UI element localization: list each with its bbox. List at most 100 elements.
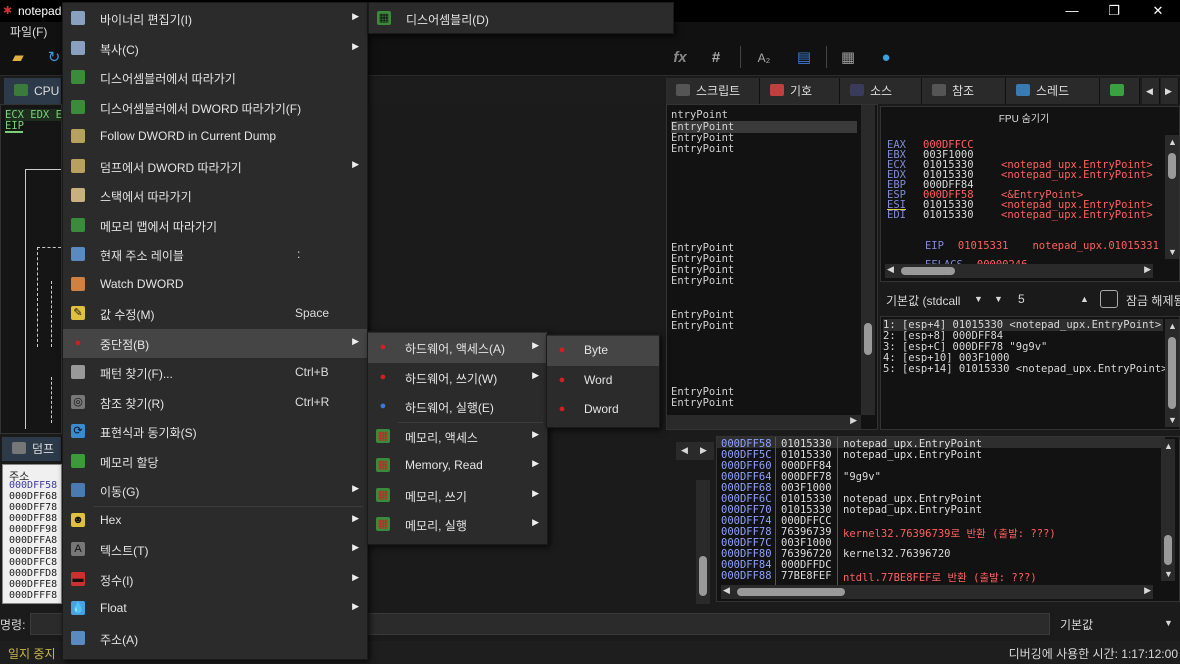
hash-icon[interactable]: # — [706, 48, 726, 68]
chevron-down-icon[interactable]: ▼ — [994, 294, 1003, 304]
menu-item-follow-dword-disasm[interactable]: 디스어셈블러에서 DWORD 따라가기(F) — [63, 93, 367, 123]
menu-item-label[interactable]: 현재 주소 레이블: — [63, 240, 367, 270]
globe-icon[interactable]: ● — [876, 48, 896, 68]
tab-references[interactable]: 참조 — [922, 78, 1006, 104]
scroll-right-arrow[interactable]: ▶ — [850, 415, 857, 426]
scroll-left-arrow[interactable]: ◀ — [887, 264, 894, 275]
tab-symbols[interactable]: 기호 — [760, 78, 840, 104]
tab-threads[interactable]: 스레드 — [1006, 78, 1100, 104]
tab-source[interactable]: 소스 — [840, 78, 922, 104]
menu-item-follow-dword-dump[interactable]: Follow DWORD in Current Dump — [63, 122, 367, 152]
scrollbar-thumb[interactable] — [737, 588, 845, 596]
command-mode-select[interactable]: 기본값 — [1060, 616, 1093, 633]
lock-checkbox[interactable] — [1100, 290, 1118, 308]
fpu-toggle-button[interactable]: FPU 숨기기 — [881, 107, 1167, 133]
scrollbar-thumb[interactable] — [864, 323, 872, 355]
tab-cpu[interactable]: CPU — [4, 78, 62, 104]
tab-more[interactable] — [1100, 78, 1140, 104]
tab-scroll-right[interactable]: ▶ — [1161, 78, 1179, 104]
calculator-icon[interactable]: ▦ — [838, 48, 858, 68]
dump-row-address[interactable]: 000DFFB8 — [9, 546, 57, 557]
tab-scroll-left[interactable]: ◀ — [1142, 78, 1160, 104]
dump-row-address[interactable]: 000DFF58 — [9, 480, 57, 491]
menu-item-memory-map[interactable]: 메모리 맵에서 따라가기 — [63, 211, 367, 241]
callconv-select[interactable]: 기본값 (stdcall — [886, 292, 960, 309]
argument-row[interactable]: 5: [esp+14] 01015330 <notepad_upx.EntryP… — [883, 363, 1167, 375]
dump-row-address[interactable]: 000DFFA8 — [9, 535, 57, 546]
disasm-scrollbar[interactable] — [861, 105, 875, 415]
stack-hscrollbar[interactable]: ◀ ▶ — [721, 585, 1153, 599]
maximize-button[interactable]: ❐ — [1094, 1, 1134, 21]
menu-item-bp-1[interactable]: ● 하드웨어, 액세스(A) ▶ — [368, 333, 547, 363]
stack-value[interactable]: 77BE8FEF — [781, 570, 832, 582]
menu-item-breakpoint[interactable]: ● 중단점(B) ▶ — [63, 328, 367, 358]
script-file-icon[interactable]: ▤ — [794, 48, 814, 68]
disasm-line[interactable]: EntryPoint — [671, 275, 857, 287]
menu-item-edit-pencil[interactable]: ✎ 값 수정(M) Space — [63, 299, 367, 329]
menu-item-bp-7[interactable]: ▦ 메모리, 실행 ▶ — [368, 510, 547, 540]
folder-icon[interactable]: ▰ — [8, 48, 28, 68]
dump-row-address[interactable]: 000DFF78 — [9, 502, 57, 513]
scroll-up-arrow[interactable]: ▲ — [1168, 137, 1177, 147]
disasm-line[interactable]: EntryPoint — [671, 397, 857, 409]
menu-item-hex[interactable]: ☻ Hex ▶ — [63, 506, 367, 536]
args-scrollbar[interactable]: ▲ ▼ — [1165, 319, 1179, 427]
menu-item-size-byte[interactable]: ● Byte — [547, 336, 659, 366]
arg-count-spinner[interactable]: 5 — [1018, 292, 1025, 306]
stack-address[interactable]: 000DFF88 — [721, 570, 772, 582]
function-icon[interactable]: fx — [670, 48, 690, 68]
menu-item-dump-dword[interactable]: 덤프에서 DWORD 따라가기 ▶ — [63, 152, 367, 182]
register-hscrollbar[interactable]: ◀ ▶ — [885, 264, 1153, 278]
scrollbar-thumb[interactable] — [1168, 153, 1176, 179]
stack-scrollbar[interactable]: ▲ ▼ — [1161, 439, 1175, 581]
scroll-right-arrow[interactable]: ▶ — [1144, 264, 1151, 275]
menu-item-binary-editor[interactable]: 바이너리 편집기(I) ▶ — [63, 4, 367, 34]
menu-item-address[interactable]: 주소(A) — [63, 624, 367, 654]
register-row[interactable]: EDI 01015330 <notepad_upx.EntryPoint> — [887, 209, 1153, 221]
menu-item-allocate[interactable]: 메모리 할당 — [63, 447, 367, 477]
menu-item-disassembly[interactable]: ▦ 디스어셈블리(D) — [369, 4, 673, 34]
dump-row-address[interactable]: 000DFFE8 — [9, 579, 57, 590]
menu-item-float[interactable]: 💧 Float ▶ — [63, 594, 367, 624]
menu-item-goto[interactable]: 이동(G) ▶ — [63, 476, 367, 506]
menu-item-size-word[interactable]: ● Word — [547, 366, 659, 396]
scrollbar-thumb[interactable] — [1168, 337, 1176, 409]
scroll-right-arrow[interactable]: ▶ — [700, 445, 707, 456]
dump-row-address[interactable]: 000DFF88 — [9, 513, 57, 524]
menu-item-binoculars[interactable]: ◎ 참조 찾기(R) Ctrl+R — [63, 388, 367, 418]
dump-row-address[interactable]: 000DFF98 — [9, 524, 57, 535]
dump-row-address[interactable]: 000DFFF8 — [9, 590, 57, 601]
minimize-button[interactable]: — — [1052, 1, 1092, 21]
scroll-left-arrow[interactable]: ◀ — [723, 585, 730, 596]
scroll-down-arrow[interactable]: ▼ — [1164, 569, 1173, 579]
menu-item-stack[interactable]: 스택에서 따라가기 — [63, 181, 367, 211]
dump-row-address[interactable]: 000DFFD8 — [9, 568, 57, 579]
scroll-down-arrow[interactable]: ▼ — [1168, 247, 1177, 257]
menu-file[interactable]: 파일(F) — [10, 23, 47, 40]
dump-scrollbar[interactable] — [696, 480, 710, 604]
menu-item-bp-6[interactable]: ▦ 메모리, 쓰기 ▶ — [368, 481, 547, 511]
tab-dump[interactable]: 덤프 — [2, 437, 62, 461]
disasm-line[interactable]: EntryPoint — [671, 320, 857, 332]
chevron-down-icon[interactable]: ▼ — [1164, 618, 1173, 628]
menu-item-bp-4[interactable]: ▦ 메모리, 액세스 ▶ — [368, 422, 547, 452]
dump-row-address[interactable]: 000DFF68 — [9, 491, 57, 502]
menu-item-copy[interactable]: 복사(C) ▶ — [63, 34, 367, 64]
refresh-icon[interactable]: ↻ — [44, 48, 64, 68]
menu-item-bp-2[interactable]: ● 하드웨어, 쓰기(W) ▶ — [368, 363, 547, 393]
scroll-up-arrow[interactable]: ▲ — [1164, 441, 1173, 451]
menu-item-watch[interactable]: Watch DWORD — [63, 270, 367, 300]
scrollbar-thumb[interactable] — [699, 556, 707, 596]
font-size-icon[interactable]: A₂ — [754, 48, 774, 68]
tab-script[interactable]: 스크립트 — [666, 78, 760, 104]
dump-row-address[interactable]: 000DFFC8 — [9, 557, 57, 568]
scroll-down-arrow[interactable]: ▼ — [1168, 415, 1177, 425]
menu-item-size-dword[interactable]: ● Dword — [547, 395, 659, 425]
chevron-down-icon[interactable]: ▼ — [974, 294, 983, 304]
scrollbar-thumb[interactable] — [901, 267, 955, 275]
scroll-left-arrow[interactable]: ◀ — [681, 445, 688, 456]
menu-item-find-pattern[interactable]: 패턴 찾기(F)... Ctrl+B — [63, 358, 367, 388]
menu-item-bp-5[interactable]: ▦ Memory, Read ▶ — [368, 451, 547, 481]
menu-item-integer[interactable]: ▬ 정수(I) ▶ — [63, 565, 367, 595]
disasm-line[interactable]: ntryPoint — [671, 109, 857, 121]
